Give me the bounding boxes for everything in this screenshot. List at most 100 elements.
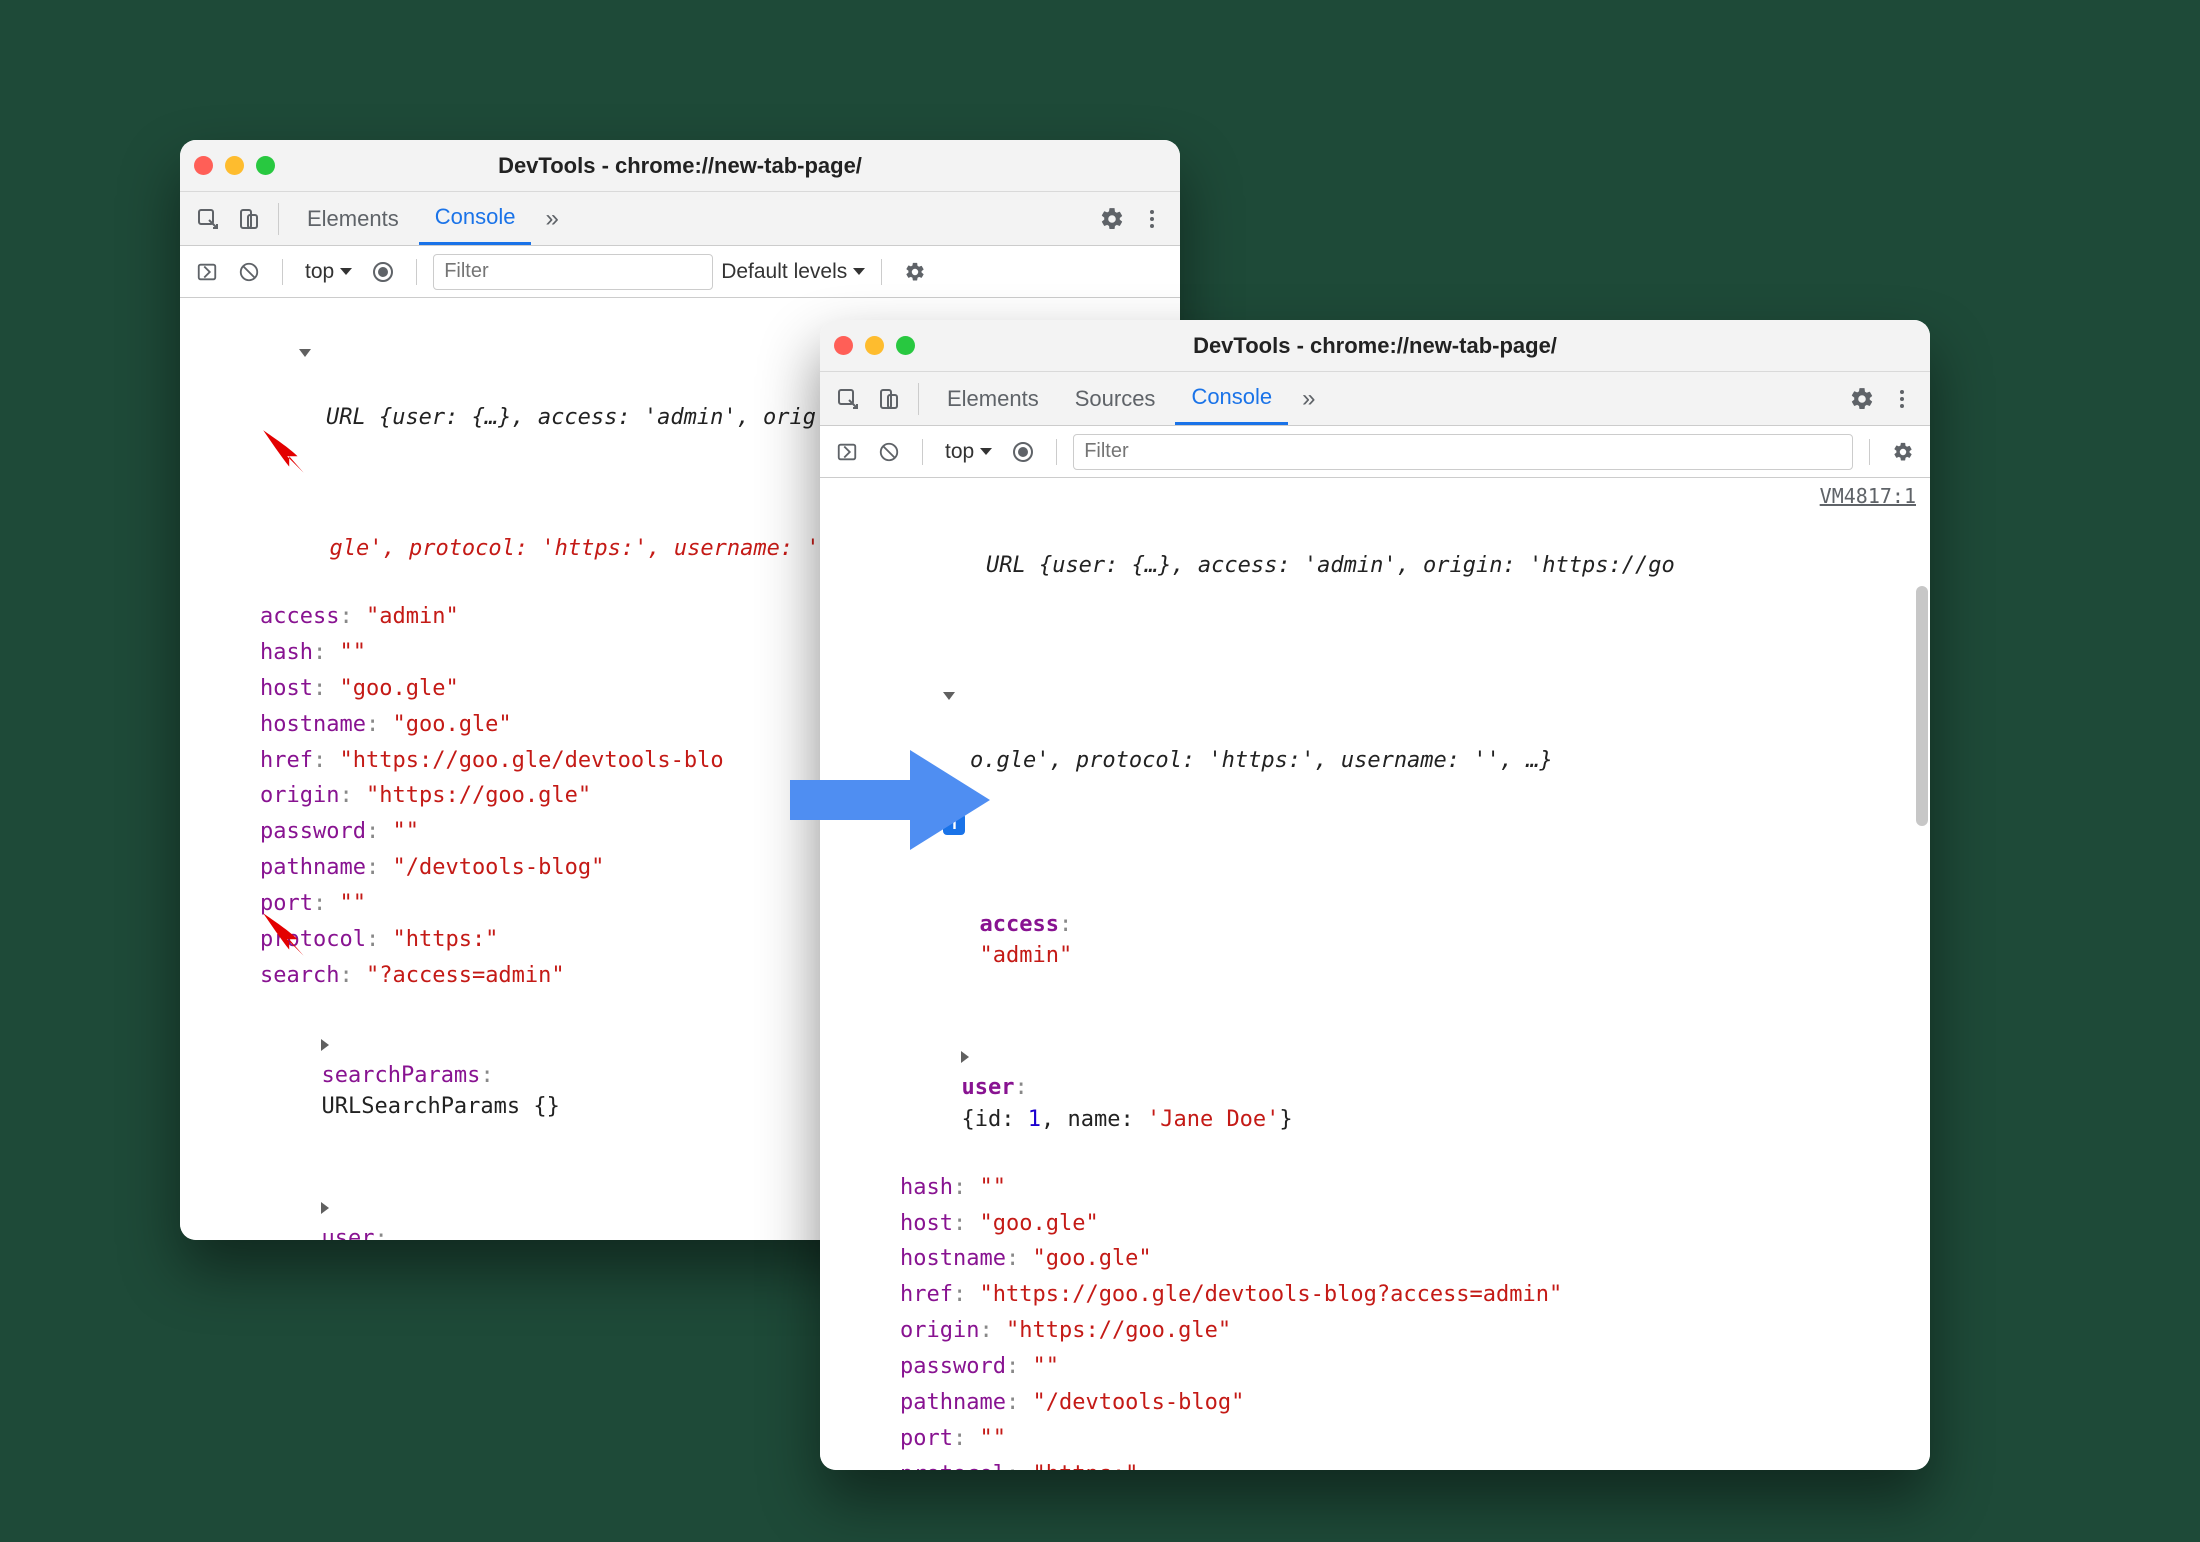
- prop-key: hostname: [900, 1246, 1006, 1271]
- context-label: top: [305, 260, 334, 284]
- console-toolbar: top: [820, 426, 1930, 478]
- window-title: DevTools - chrome://new-tab-page/: [180, 153, 1180, 179]
- tab-elements[interactable]: Elements: [931, 372, 1055, 425]
- prop-value: "https://goo.gle": [366, 783, 591, 808]
- prop-key: user: [321, 1226, 374, 1240]
- tab-console[interactable]: Console: [419, 192, 532, 245]
- prop-key: user: [961, 1075, 1014, 1100]
- expand-toggle-icon[interactable]: [321, 1031, 337, 1056]
- devtools-tabbar: Elements Sources Console »: [820, 372, 1930, 426]
- prop-key: hostname: [260, 712, 366, 737]
- live-expression-icon[interactable]: [366, 255, 400, 289]
- prop-key: origin: [260, 783, 339, 808]
- more-tabs-button[interactable]: »: [1292, 385, 1325, 413]
- prop-key: password: [900, 1354, 1006, 1379]
- property-row: port: "": [820, 1421, 1930, 1457]
- chevron-down-icon: [980, 448, 992, 455]
- prop-value: "goo.gle": [392, 712, 511, 737]
- object-summary[interactable]: URL {user: {…}, access: 'admin', origin:…: [880, 553, 1675, 610]
- prop-value: "https://goo.gle/devtools-blog?access=ad…: [979, 1282, 1562, 1307]
- sidebar-toggle-icon[interactable]: [190, 255, 224, 289]
- gear-icon[interactable]: [898, 255, 932, 289]
- expand-toggle-icon[interactable]: [321, 1194, 337, 1219]
- prop-value: "": [339, 640, 366, 665]
- prop-value: "https://goo.gle": [1006, 1318, 1231, 1343]
- clear-console-icon[interactable]: [232, 255, 266, 289]
- filter-input[interactable]: [433, 254, 713, 290]
- prop-value: "https:": [1032, 1462, 1138, 1470]
- property-row: pathname: "/devtools-blog": [820, 1385, 1930, 1421]
- property-row: origin: "https://goo.gle": [820, 1313, 1930, 1349]
- prop-value: "/devtools-blog": [392, 855, 604, 880]
- prop-value: "goo.gle": [339, 676, 458, 701]
- chevron-down-icon: [340, 268, 352, 275]
- console-output[interactable]: VM4817:1 URL {user: {…}, access: 'admin'…: [820, 478, 1930, 1470]
- prop-key: href: [260, 748, 313, 773]
- prop-value[interactable]: URLSearchParams {}: [321, 1094, 559, 1119]
- source-link[interactable]: VM4817:1: [1820, 484, 1916, 508]
- prop-key: access: [260, 604, 339, 629]
- prop-value: "goo.gle": [1032, 1246, 1151, 1271]
- minimize-icon[interactable]: [225, 156, 244, 175]
- prop-key: hash: [900, 1175, 953, 1200]
- levels-label: Default levels: [721, 260, 847, 284]
- prop-key: host: [900, 1211, 953, 1236]
- zoom-icon[interactable]: [896, 336, 915, 355]
- kebab-icon[interactable]: [1884, 381, 1920, 417]
- devtools-window-after: DevTools - chrome://new-tab-page/ Elemen…: [820, 320, 1930, 1470]
- sidebar-toggle-icon[interactable]: [830, 435, 864, 469]
- prop-key: searchParams: [321, 1063, 480, 1088]
- minimize-icon[interactable]: [865, 336, 884, 355]
- clear-console-icon[interactable]: [872, 435, 906, 469]
- callout-arrow-icon: [258, 425, 310, 477]
- live-expression-icon[interactable]: [1006, 435, 1040, 469]
- inspect-icon[interactable]: [830, 381, 866, 417]
- prop-value: "https:": [392, 927, 498, 952]
- close-icon[interactable]: [834, 336, 853, 355]
- context-selector[interactable]: top: [299, 260, 358, 284]
- property-row: password: "": [820, 1349, 1930, 1385]
- device-toggle-icon[interactable]: [230, 201, 266, 237]
- property-row: hash: "": [820, 1170, 1930, 1206]
- prop-value[interactable]: {id: 1, name: 'Jane Doe'}: [961, 1107, 1292, 1132]
- prop-value: "": [979, 1426, 1006, 1451]
- devtools-tabbar: Elements Console »: [180, 192, 1180, 246]
- titlebar[interactable]: DevTools - chrome://new-tab-page/: [820, 320, 1930, 372]
- prop-value: "": [392, 819, 419, 844]
- tab-console[interactable]: Console: [1175, 372, 1288, 425]
- prop-value: "": [979, 1175, 1006, 1200]
- tab-sources[interactable]: Sources: [1059, 372, 1172, 425]
- device-toggle-icon[interactable]: [870, 381, 906, 417]
- filter-input[interactable]: [1073, 434, 1853, 470]
- kebab-icon[interactable]: [1134, 201, 1170, 237]
- prop-key: origin: [900, 1318, 979, 1343]
- callout-arrow-icon: [258, 908, 310, 960]
- titlebar[interactable]: DevTools - chrome://new-tab-page/: [180, 140, 1180, 192]
- context-label: top: [945, 440, 974, 464]
- console-toolbar: top Default levels: [180, 246, 1180, 298]
- gear-icon[interactable]: [1886, 435, 1920, 469]
- prop-key: href: [900, 1282, 953, 1307]
- window-title: DevTools - chrome://new-tab-page/: [820, 333, 1930, 359]
- property-row: protocol: "https:": [820, 1457, 1930, 1470]
- prop-value: "": [339, 891, 366, 916]
- scrollbar-thumb[interactable]: [1916, 586, 1928, 826]
- gear-icon[interactable]: [1844, 381, 1880, 417]
- inspect-icon[interactable]: [190, 201, 226, 237]
- scrollbar[interactable]: [1916, 586, 1928, 1462]
- property-row: href: "https://goo.gle/devtools-blog?acc…: [820, 1277, 1930, 1313]
- prop-key: access: [979, 912, 1058, 937]
- expand-toggle-icon[interactable]: [299, 341, 319, 366]
- close-icon[interactable]: [194, 156, 213, 175]
- gear-icon[interactable]: [1094, 201, 1130, 237]
- expand-toggle-icon[interactable]: [943, 684, 963, 709]
- context-selector[interactable]: top: [939, 440, 998, 464]
- prop-key: port: [900, 1426, 953, 1451]
- tab-elements[interactable]: Elements: [291, 192, 415, 245]
- expand-toggle-icon[interactable]: [961, 1043, 977, 1068]
- more-tabs-button[interactable]: »: [535, 205, 568, 233]
- chevron-down-icon: [853, 268, 865, 275]
- zoom-icon[interactable]: [256, 156, 275, 175]
- prop-value: "": [1032, 1354, 1059, 1379]
- log-levels-selector[interactable]: Default levels: [721, 260, 865, 284]
